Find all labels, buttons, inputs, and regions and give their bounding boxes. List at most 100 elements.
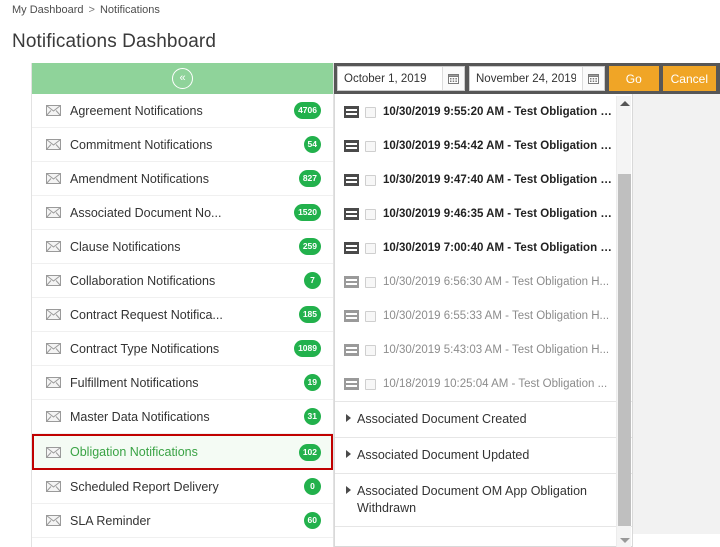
chevron-right-icon xyxy=(346,486,351,494)
notifications-list: 10/30/2019 9:55:20 AM - Test Obligation … xyxy=(335,95,632,546)
notification-row[interactable]: 10/30/2019 9:55:20 AM - Test Obligation … xyxy=(335,95,632,129)
notification-row[interactable]: 10/30/2019 6:55:33 AM - Test Obligation … xyxy=(335,299,632,333)
breadcrumb: My Dashboard > Notifications xyxy=(12,4,160,16)
notification-checkbox[interactable] xyxy=(365,311,376,322)
sidebar-item-label: Master Data Notifications xyxy=(70,410,304,424)
sidebar-item-obligation-notifications[interactable]: Obligation Notifications 102 xyxy=(32,434,333,470)
notification-text: 10/30/2019 9:46:35 AM - Test Obligation … xyxy=(383,208,616,220)
notification-text: 10/18/2019 10:25:04 AM - Test Obligation… xyxy=(383,378,616,390)
category-count-badge: 1520 xyxy=(294,204,321,221)
sidebar-item-label: Scheduled Report Delivery xyxy=(70,480,304,494)
calendar-icon[interactable] xyxy=(442,67,464,90)
section-associated-document-om-app-obligation-withdrawn[interactable]: Associated Document OM App Obligation Wi… xyxy=(335,474,632,527)
notification-checkbox[interactable] xyxy=(365,379,376,390)
notification-checkbox[interactable] xyxy=(365,175,376,186)
section-associated-document-created[interactable]: Associated Document Created xyxy=(335,402,632,438)
envelope-icon xyxy=(46,275,61,286)
notification-checkbox[interactable] xyxy=(365,243,376,254)
envelope-icon xyxy=(46,481,61,492)
envelope-icon xyxy=(46,515,61,526)
notification-row[interactable]: 10/30/2019 9:47:40 AM - Test Obligation … xyxy=(335,163,632,197)
sidebar-item-label: Contract Type Notifications xyxy=(70,342,294,356)
envelope-icon xyxy=(46,377,61,388)
envelope-icon xyxy=(46,411,61,422)
message-icon xyxy=(344,242,359,254)
sidebar-item-label: Agreement Notifications xyxy=(70,104,294,118)
notification-checkbox[interactable] xyxy=(365,277,376,288)
categories-panel-header: « xyxy=(32,63,333,94)
sidebar-item-fulfillment-notifications[interactable]: Fulfillment Notifications 19 xyxy=(32,366,333,400)
breadcrumb-item-notifications[interactable]: Notifications xyxy=(100,4,160,16)
category-count-badge: 0 xyxy=(304,478,321,495)
notification-text: 10/30/2019 5:43:03 AM - Test Obligation … xyxy=(383,344,616,356)
notification-row[interactable]: 10/30/2019 7:00:40 AM - Test Obligation … xyxy=(335,231,632,265)
breadcrumb-item-my-dashboard[interactable]: My Dashboard xyxy=(12,4,84,16)
sidebar-item-master-data-notifications[interactable]: Master Data Notifications 31 xyxy=(32,400,333,434)
panel-background-filler xyxy=(633,94,720,534)
notification-row[interactable]: 10/30/2019 9:46:35 AM - Test Obligation … xyxy=(335,197,632,231)
envelope-icon xyxy=(46,241,61,252)
category-count-badge: 102 xyxy=(299,444,321,461)
category-count-badge: 31 xyxy=(304,408,321,425)
notification-checkbox[interactable] xyxy=(365,107,376,118)
sidebar-item-label: SLA Reminder xyxy=(70,514,304,528)
go-button[interactable]: Go xyxy=(609,66,659,91)
sidebar-item-amendment-notifications[interactable]: Amendment Notifications 827 xyxy=(32,162,333,196)
cancel-button[interactable]: Cancel xyxy=(663,66,716,91)
envelope-icon xyxy=(46,447,61,458)
sidebar-item-collaboration-notifications[interactable]: Collaboration Notifications 7 xyxy=(32,264,333,298)
scroll-up-arrow-icon[interactable] xyxy=(617,96,632,110)
notifications-dashboard-page: My Dashboard > Notifications Notificatio… xyxy=(0,0,720,547)
sidebar-item-scheduled-report-delivery[interactable]: Scheduled Report Delivery 0 xyxy=(32,470,333,504)
sidebar-item-contract-request-notifications[interactable]: Contract Request Notifica... 185 xyxy=(32,298,333,332)
to-date-field[interactable] xyxy=(469,66,605,91)
breadcrumb-separator: > xyxy=(89,4,95,16)
notification-checkbox[interactable] xyxy=(365,209,376,220)
section-associated-document-updated[interactable]: Associated Document Updated xyxy=(335,438,632,474)
message-icon xyxy=(344,344,359,356)
to-date-input[interactable] xyxy=(470,67,582,90)
chevron-right-icon xyxy=(346,450,351,458)
sidebar-item-agreement-notifications[interactable]: Agreement Notifications 4706 xyxy=(32,94,333,128)
notification-text: 10/30/2019 6:55:33 AM - Test Obligation … xyxy=(383,310,616,322)
calendar-icon[interactable] xyxy=(582,67,604,90)
sidebar-item-label: Commitment Notifications xyxy=(70,138,304,152)
section-label: Associated Document OM App Obligation Wi… xyxy=(357,483,614,517)
notification-categories-panel: « Agreement Notifications 4706 Commitmen… xyxy=(31,63,334,547)
notification-checkbox[interactable] xyxy=(365,141,376,152)
sidebar-item-commitment-notifications[interactable]: Commitment Notifications 54 xyxy=(32,128,333,162)
sidebar-item-contract-type-notifications[interactable]: Contract Type Notifications 1089 xyxy=(32,332,333,366)
message-icon xyxy=(344,208,359,220)
category-count-badge: 60 xyxy=(304,512,321,529)
category-count-badge: 1089 xyxy=(294,340,321,357)
sidebar-item-associated-document-notifications[interactable]: Associated Document No... 1520 xyxy=(32,196,333,230)
chevron-double-left-icon[interactable]: « xyxy=(172,68,193,89)
sidebar-item-label: Associated Document No... xyxy=(70,206,294,220)
notification-row[interactable]: 10/30/2019 5:43:03 AM - Test Obligation … xyxy=(335,333,632,367)
from-date-field[interactable] xyxy=(337,66,465,91)
sidebar-item-label: Fulfillment Notifications xyxy=(70,376,304,390)
sidebar-item-label: Obligation Notifications xyxy=(70,445,299,459)
category-count-badge: 259 xyxy=(299,238,321,255)
from-date-input[interactable] xyxy=(338,67,442,90)
sidebar-item-label: Amendment Notifications xyxy=(70,172,299,186)
message-icon xyxy=(344,310,359,322)
notification-row[interactable]: 10/30/2019 9:54:42 AM - Test Obligation … xyxy=(335,129,632,163)
notification-sections: Associated Document Created Associated D… xyxy=(335,401,632,527)
envelope-icon xyxy=(46,207,61,218)
notification-checkbox[interactable] xyxy=(365,345,376,356)
list-scrollbar[interactable] xyxy=(616,96,631,547)
message-icon xyxy=(344,174,359,186)
notification-text: 10/30/2019 7:00:40 AM - Test Obligation … xyxy=(383,242,616,254)
message-icon xyxy=(344,140,359,152)
category-count-badge: 7 xyxy=(304,272,321,289)
category-count-badge: 54 xyxy=(304,136,321,153)
notification-row[interactable]: 10/18/2019 10:25:04 AM - Test Obligation… xyxy=(335,367,632,401)
sidebar-item-sla-reminder[interactable]: SLA Reminder 60 xyxy=(32,504,333,538)
page-title: Notifications Dashboard xyxy=(12,31,216,53)
sidebar-item-clause-notifications[interactable]: Clause Notifications 259 xyxy=(32,230,333,264)
scroll-down-arrow-icon[interactable] xyxy=(617,533,632,547)
notification-row[interactable]: 10/30/2019 6:56:30 AM - Test Obligation … xyxy=(335,265,632,299)
scrollbar-thumb[interactable] xyxy=(618,174,631,526)
sidebar-item-label: Contract Request Notifica... xyxy=(70,308,299,322)
